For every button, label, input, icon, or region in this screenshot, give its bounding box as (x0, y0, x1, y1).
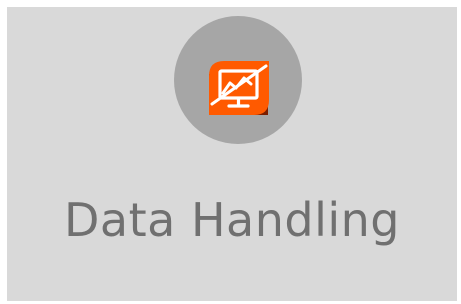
icon-badge-circle (174, 16, 302, 144)
tile-title: Data Handling (63, 193, 400, 247)
data-handling-tile[interactable]: Data Handling (7, 7, 457, 301)
monitor-chart-icon (209, 61, 269, 115)
